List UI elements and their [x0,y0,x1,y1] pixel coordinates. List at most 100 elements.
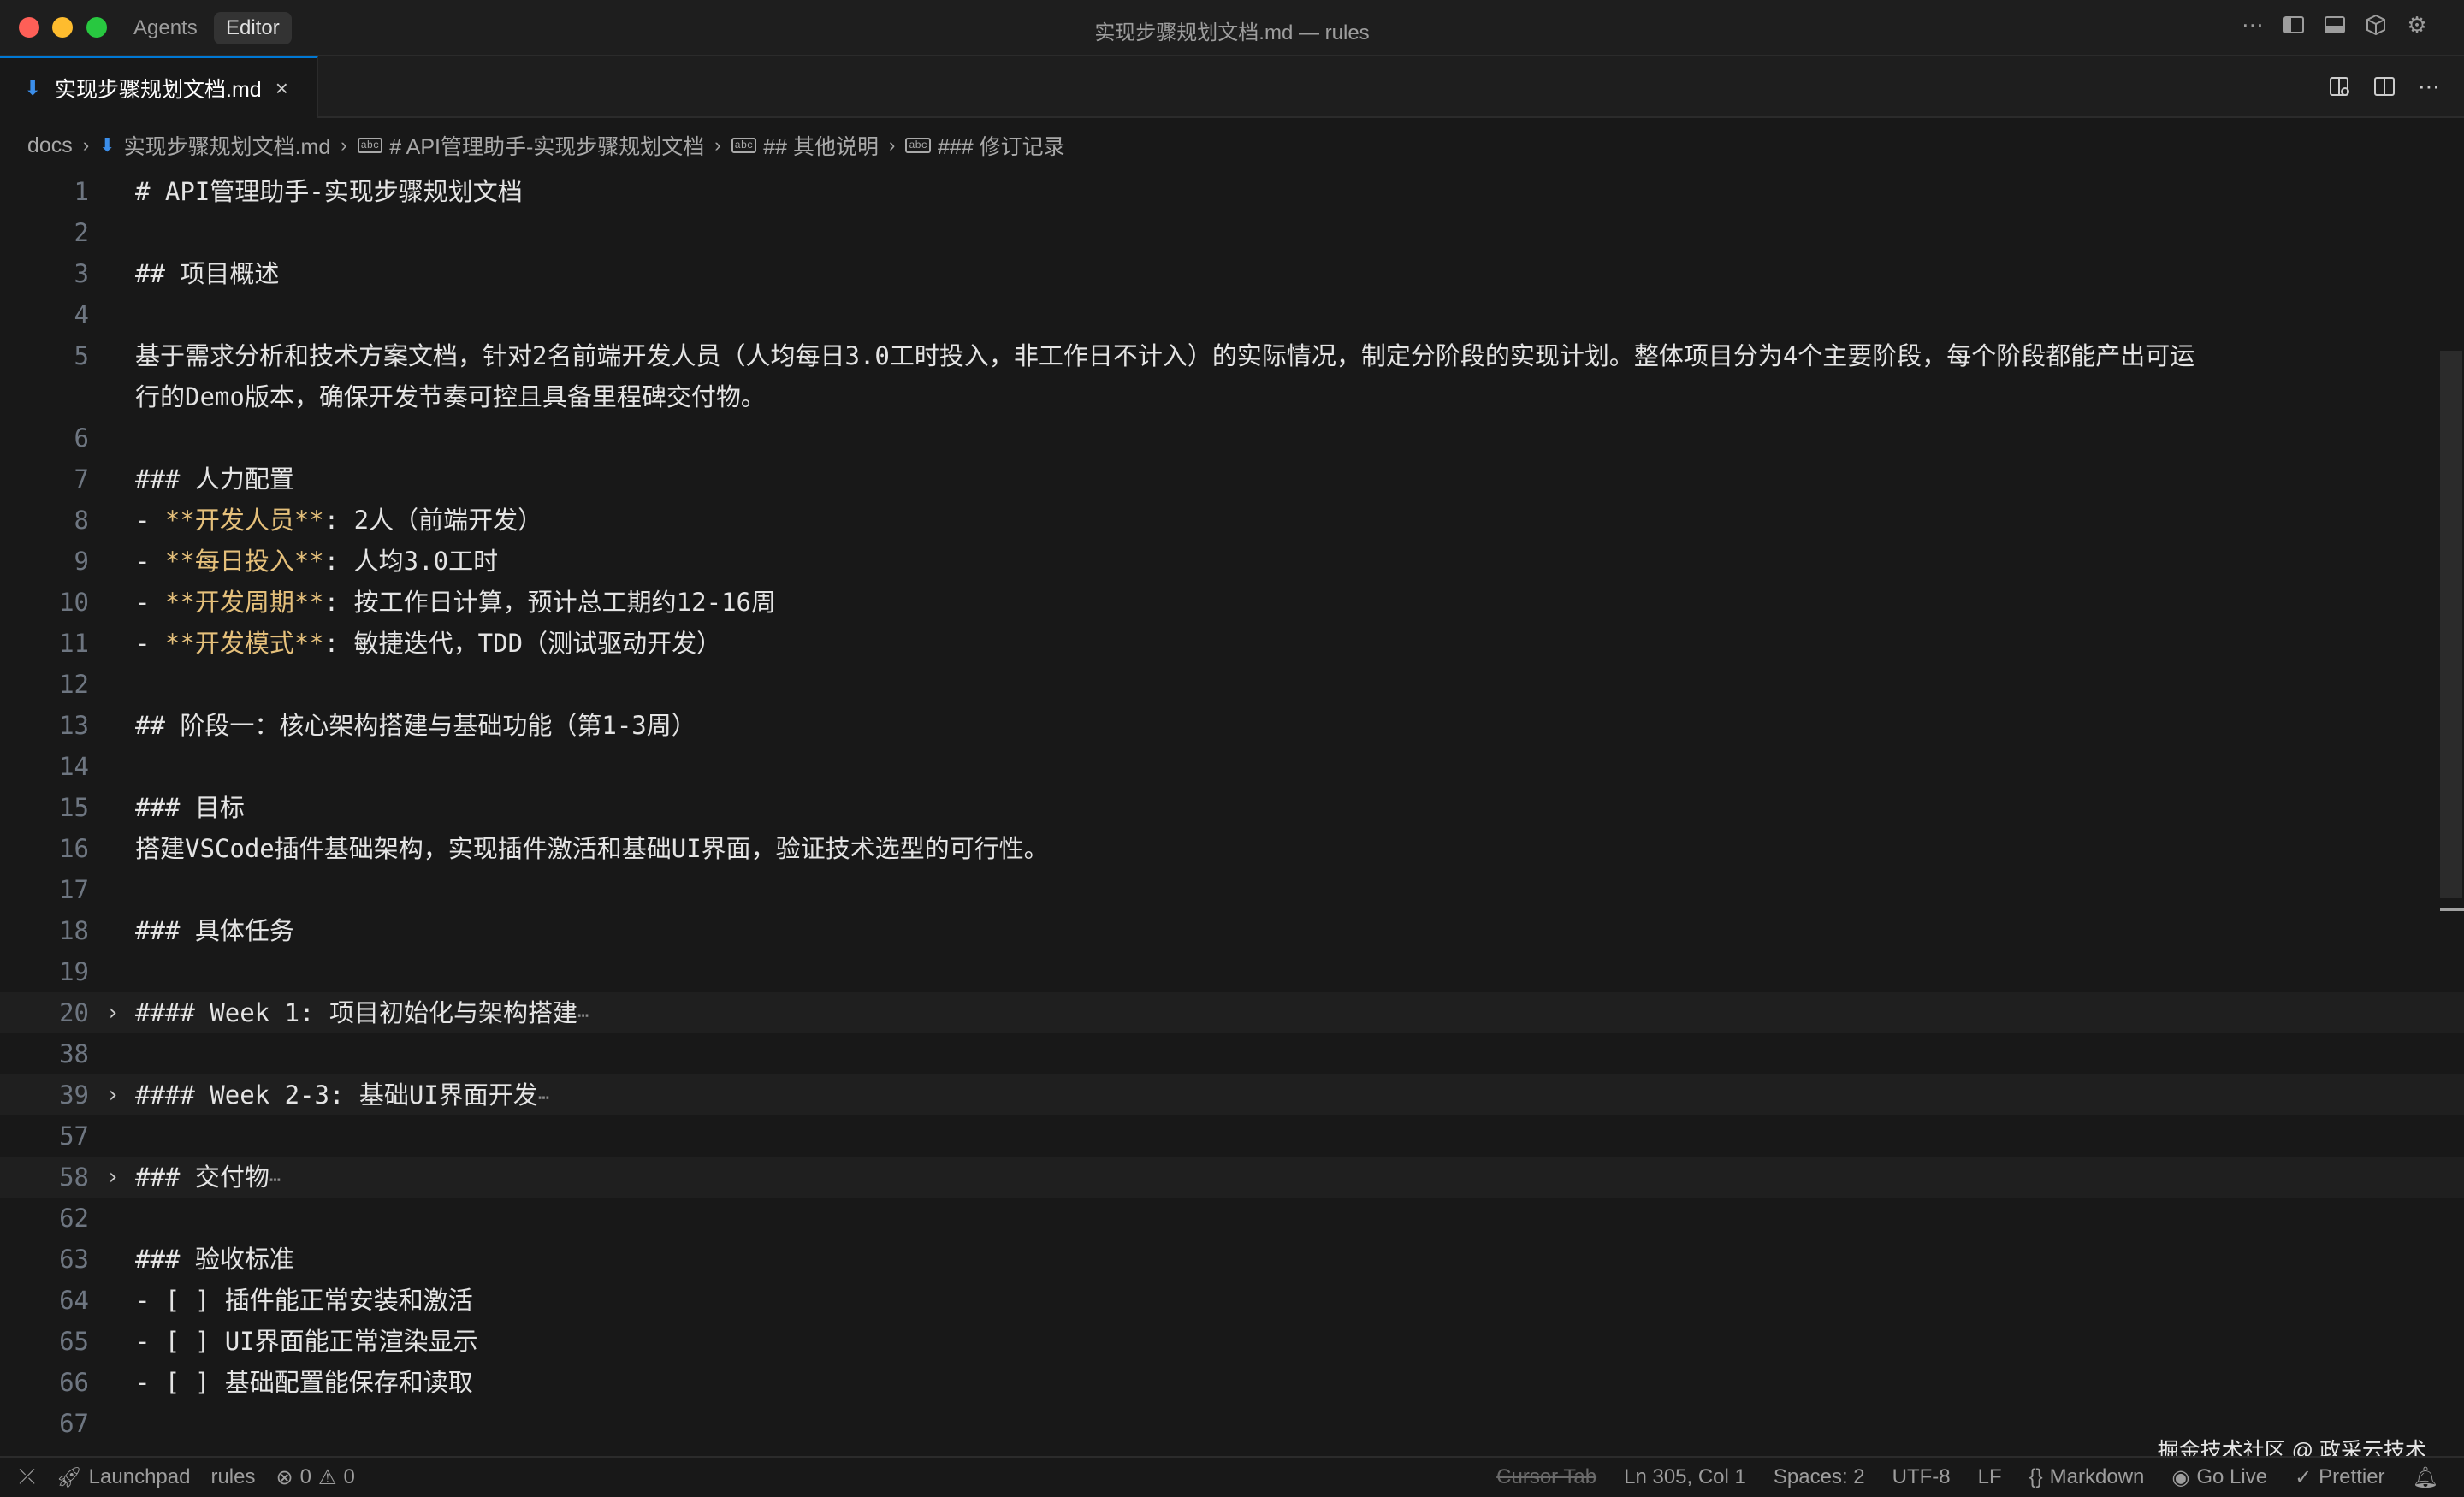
text-content: - [ ] 插件能正常安装和激活 [135,1286,473,1315]
indentation-item[interactable]: Spaces: 2 [1774,1465,1865,1489]
fold-ellipsis-icon[interactable]: ⋯ [538,1087,549,1109]
encoding-item[interactable]: UTF-8 [1892,1465,1951,1489]
text-content: ## 阶段一：核心架构搭建与基础功能（第1-3周） [135,711,696,740]
editor-line[interactable]: 1 # API管理助手-实现步骤规划文档 [0,171,2464,212]
editor-line[interactable]: 57 [0,1115,2464,1157]
more-actions-icon[interactable]: ⋯ [2416,74,2442,99]
folded-line[interactable]: 58 › ### 交付物⋯ [0,1157,2464,1198]
chevron-right-icon: › [341,134,347,156]
split-editor-icon[interactable] [2372,74,2397,99]
status-bar: ⤫ 🚀︎ Launchpad rules ⊗ 0 ⚠ 0 Cursor Tab … [0,1456,2464,1497]
fold-ellipsis-icon[interactable]: ⋯ [270,1169,281,1191]
open-preview-icon[interactable] [2327,74,2353,99]
tab-implementation-doc[interactable]: ⬇ 实现步骤规划文档.md × [0,56,318,118]
editor-line[interactable]: 12 [0,664,2464,705]
editor-line[interactable]: 8 - **开发人员**: 2人（前端开发） [0,500,2464,541]
editor-line[interactable]: 2 [0,212,2464,253]
fold-chevron-icon[interactable]: › [106,992,120,1033]
line-number: 18 [59,916,89,945]
text-content: 基于需求分析和技术方案文档，针对2名前端开发人员（人均每日3.0工时投入，非工作… [135,341,2195,370]
prettier-item[interactable]: ✓ Prettier [2295,1465,2384,1490]
editor-line[interactable]: 11 - **开发模式**: 敏捷迭代，TDD（测试驱动开发） [0,623,2464,664]
line-number: 14 [59,752,89,781]
more-icon[interactable]: ⋯ [2240,12,2266,38]
editor-line[interactable]: 67 [0,1403,2464,1444]
branch-item[interactable]: rules [210,1465,255,1489]
braces-icon: {} [2029,1465,2043,1488]
toggle-sidebar-icon[interactable] [2281,12,2307,38]
breadcrumb-item-h2[interactable]: ## 其他说明 [763,130,879,161]
editor-line[interactable]: 66 - [ ] 基础配置能保存和读取 [0,1362,2464,1403]
extensions-cube-icon[interactable] [2363,12,2389,38]
scrollbar-thumb[interactable] [2440,351,2462,898]
close-tab-icon[interactable]: × [275,75,288,102]
chevron-right-icon: › [889,134,896,156]
code-editor[interactable]: 1 # API管理助手-实现步骤规划文档 2 3 ## 项目概述 4 5 基于需求分析和技术方… [0,171,2464,1454]
editor-line[interactable]: 64 - [ ] 插件能正常安装和激活 [0,1280,2464,1321]
editor-line[interactable]: 17 [0,869,2464,910]
text-content: #### Week 2-3: 基础UI界面开发 [135,1080,538,1109]
string-symbol-icon: abc [357,138,383,153]
editor-line[interactable]: 65 - [ ] UI界面能正常渲染显示 [0,1321,2464,1362]
line-text: #### Week 2-3: 基础UI界面开发⋯ [135,1074,549,1119]
editor-line[interactable]: 行的Demo版本，确保开发节奏可控且具备里程碑交付物。 [0,376,2464,417]
list-marker: - [135,547,165,576]
editor-line[interactable]: 16 搭建VSCode插件基础架构，实现插件激活和基础UI界面，验证技术选型的可行… [0,828,2464,869]
cursor-position-item[interactable]: Ln 305, Col 1 [1624,1465,1746,1489]
text-content: 搭建VSCode插件基础架构，实现插件激活和基础UI界面，验证技术选型的可行性。 [135,834,1049,863]
list-marker: - [135,629,165,658]
folded-line[interactable]: 39 › #### Week 2-3: 基础UI界面开发⋯ [0,1074,2464,1115]
go-live-item[interactable]: ◉ Go Live [2171,1465,2267,1490]
editor-line[interactable]: 6 [0,417,2464,459]
title-bar: Agents Editor 实现步骤规划文档.md — rules ⋯ ⚙ [0,0,2464,56]
check-icon: ✓ [2295,1465,2313,1489]
breadcrumb-item-docs[interactable]: docs [27,133,73,158]
problems-item[interactable]: ⊗ 0 ⚠ 0 [275,1465,354,1490]
remote-icon[interactable]: ⤫ [19,1465,35,1489]
chevron-right-icon: › [714,134,721,156]
cursor-tab-item[interactable]: Cursor Tab [1496,1465,1596,1489]
line-number: 2 [74,218,89,247]
line-number: 1 [74,177,89,206]
editor-line[interactable]: 14 [0,746,2464,787]
editor-line[interactable]: 62 [0,1198,2464,1239]
editor-line[interactable]: 38 [0,1033,2464,1074]
notifications-bell-icon[interactable]: 🔔︎ [2413,1465,2438,1490]
editor-line[interactable]: 7 ### 人力配置 [0,459,2464,500]
line-number: 57 [59,1121,89,1151]
editor-line[interactable]: 15 ### 目标 [0,787,2464,828]
text-content: ### 目标 [135,793,245,822]
editor-line[interactable]: 18 ### 具体任务 [0,910,2464,951]
line-number: 17 [59,875,89,904]
language-mode-item[interactable]: {} Markdown [2029,1465,2145,1489]
launchpad-item[interactable]: 🚀︎ Launchpad [56,1465,190,1490]
eol-item[interactable]: LF [1978,1465,2002,1489]
settings-gear-icon[interactable]: ⚙ [2404,12,2430,38]
fold-chevron-icon[interactable]: › [106,1157,120,1198]
breadcrumb-item-file[interactable]: 实现步骤规划文档.md [124,130,331,161]
list-marker: - [135,506,165,535]
line-text: - [ ] UI界面能正常渲染显示 [135,1321,478,1362]
line-text: ### 具体任务 [135,910,294,951]
editor-line[interactable]: 5 基于需求分析和技术方案文档，针对2名前端开发人员（人均每日3.0工时投入，非工… [0,335,2464,376]
line-number: 19 [59,957,89,986]
fold-ellipsis-icon[interactable]: ⋯ [578,1005,589,1027]
editor-line[interactable]: 13 ## 阶段一：核心架构搭建与基础功能（第1-3周） [0,705,2464,746]
editor-line[interactable]: 19 [0,951,2464,992]
vertical-scrollbar[interactable] [2440,171,2464,1454]
text-content: : 敏捷迭代，TDD（测试驱动开发） [323,629,722,658]
breadcrumb-item-h1[interactable]: # API管理助手-实现步骤规划文档 [389,130,704,161]
line-number: 6 [74,423,89,453]
fold-chevron-icon[interactable]: › [106,1074,120,1115]
editor-line[interactable]: 9 - **每日投入**: 人均3.0工时 [0,541,2464,582]
markdown-file-icon: ⬇ [99,134,116,156]
folded-line[interactable]: 20 › #### Week 1: 项目初始化与架构搭建⋯ [0,992,2464,1033]
editor-line[interactable]: 63 ### 验收标准 [0,1239,2464,1280]
toggle-panel-icon[interactable] [2322,12,2348,38]
editor-line[interactable]: 4 [0,294,2464,335]
line-text: 基于需求分析和技术方案文档，针对2名前端开发人员（人均每日3.0工时投入，非工作… [135,335,2194,376]
editor-line[interactable]: 3 ## 项目概述 [0,253,2464,294]
breadcrumb-item-h3[interactable]: ### 修订记录 [938,130,1065,161]
editor-line[interactable]: 10 - **开发周期**: 按工作日计算，预计总工期约12-16周 [0,582,2464,623]
line-number: 20 [59,998,89,1027]
